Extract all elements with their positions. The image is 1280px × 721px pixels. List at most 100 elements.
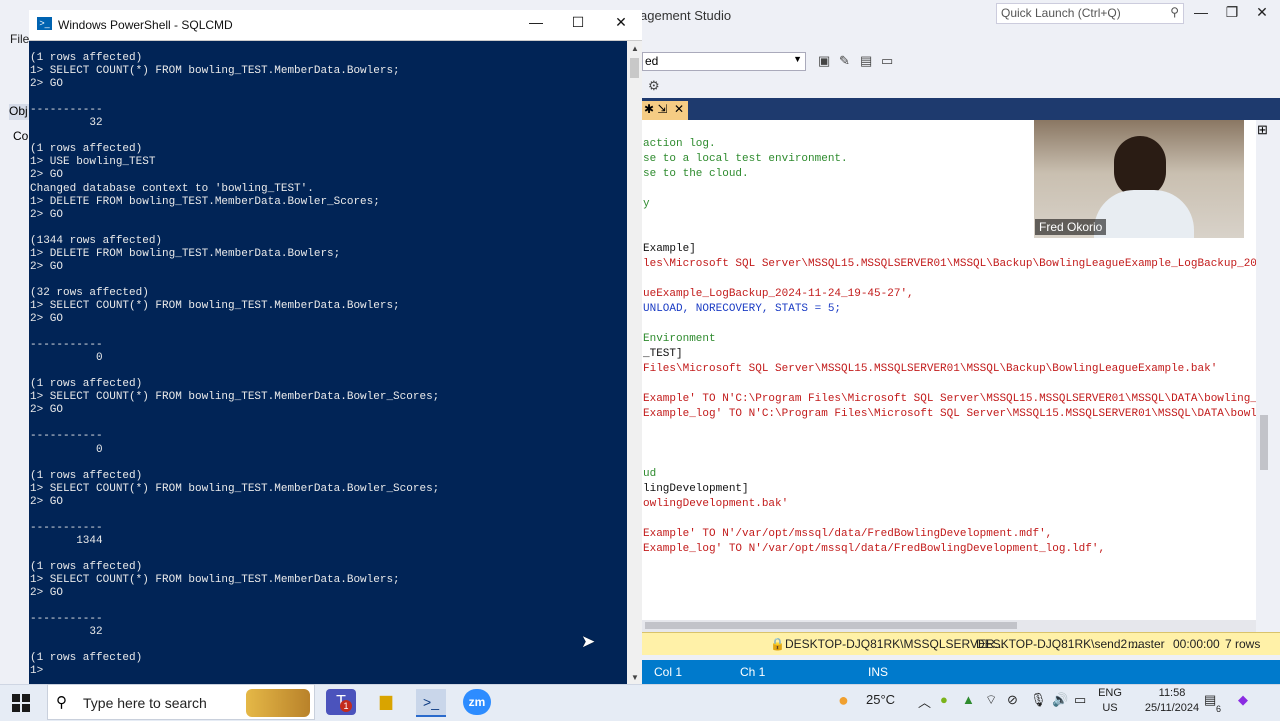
status-ch: Ch 1 [740, 665, 766, 679]
properties-icon[interactable]: ▣ [818, 53, 830, 69]
status-rows: 7 rows [1225, 637, 1261, 651]
window-icon[interactable]: ▭ [881, 53, 893, 69]
editor-line: lingDevelopment] [643, 483, 749, 495]
chevron-up-icon[interactable]: ︿ [918, 692, 931, 711]
console-line: 1> DELETE FROM bowling_TEST.MemberData.B… [30, 195, 380, 208]
participant-name: Fred Okorio [1035, 219, 1107, 235]
mouse-cursor-icon: ➤ [581, 632, 596, 651]
console-line: 32 [30, 626, 103, 639]
start-button[interactable] [10, 692, 32, 717]
search-icon: ⚲ [56, 694, 67, 711]
console-line: 1> SELECT COUNT(*) FROM bowling_TEST.Mem… [30, 391, 440, 404]
editor-line: Example_log' TO N'C:\Program Files\Micro… [643, 408, 1256, 420]
console-line: Changed database context to 'bowling_TES… [30, 182, 314, 195]
editor-line: Example_log' TO N'/var/opt/mssql/data/Fr… [643, 543, 1106, 555]
database-selector[interactable]: ed ▼ [642, 52, 806, 71]
search-icon: ⚲ [1170, 5, 1179, 19]
clock[interactable]: 11:58 25/11/2024 [1140, 686, 1204, 716]
editor-line: ud [643, 468, 657, 480]
wifi-icon[interactable]: ⌔ [985, 692, 997, 708]
toolbox-icon[interactable]: ▤ [860, 53, 872, 69]
connect-label[interactable]: Co [13, 129, 28, 143]
console-scroll-thumb[interactable] [630, 58, 639, 78]
horizontal-scroll-thumb[interactable] [645, 622, 1017, 629]
tab-pin-icon[interactable]: ✱ ⇲ [644, 102, 667, 116]
console-scrollbar[interactable] [627, 41, 642, 684]
editor-line: se to a local test environment. [643, 153, 848, 165]
editor-scroll-thumb[interactable] [1260, 415, 1268, 470]
volume-icon[interactable]: 🔊 [1052, 692, 1068, 708]
editor-line: Files\Microsoft SQL Server\MSSQL15.MSSQL… [643, 363, 1218, 375]
taskbar-search-box[interactable]: ⚲ Type here to search [47, 684, 315, 720]
maximize-button[interactable]: ❐ [1217, 4, 1247, 21]
console-line: 1> SELECT COUNT(*) FROM bowling_TEST.Mem… [30, 299, 400, 312]
teams-badge: 1 [340, 700, 352, 712]
zoom-icon[interactable]: zm [463, 689, 491, 715]
ps-maximize-button[interactable]: ☐ [560, 14, 596, 31]
security-icon[interactable]: ● [940, 692, 948, 707]
powershell-taskbar-icon[interactable]: >_ [416, 689, 446, 717]
quick-launch-input[interactable]: Quick Launch (Ctrl+Q) ⚲ [996, 3, 1184, 24]
language-code: ENG [1098, 687, 1122, 699]
console-line: 2> GO [30, 313, 64, 325]
document-tab-strip [642, 98, 1280, 120]
editor-line: Example] [643, 243, 696, 255]
console-output[interactable]: (1 rows affected) 1> SELECT COUNT(*) FROM… [30, 52, 626, 682]
minimize-button[interactable]: — [1186, 4, 1216, 20]
notification-count: 6 [1216, 704, 1222, 714]
editor-line: se to the cloud. [643, 168, 749, 180]
status-mode: INS [868, 665, 889, 679]
console-line: 2> GO [30, 404, 64, 417]
status-user: DESKTOP-DJQ81RK\send2 ... [976, 637, 1141, 651]
search-placeholder: Type here to search [83, 695, 207, 711]
editor-line: y [643, 198, 650, 210]
notifications-icon[interactable]: ▤ [1204, 692, 1216, 708]
console-line: 1> SELECT COUNT(*) FROM bowling_TEST.Mem… [30, 65, 400, 78]
search-highlight-image [246, 689, 310, 717]
ps-close-button[interactable]: ✕ [603, 14, 639, 31]
app-tray-icon[interactable]: ▲ [962, 692, 975, 707]
console-line: (1 rows affected) [30, 652, 143, 665]
ssms-title: agement Studio [640, 8, 732, 23]
keyboard-layout: US [1102, 702, 1118, 714]
scroll-down-icon[interactable]: ▼ [631, 673, 639, 682]
microphone-icon[interactable]: 🎙 [1030, 692, 1047, 708]
tab-close-icon[interactable]: ✕ [674, 102, 684, 116]
lock-icon: 🔒 [770, 637, 785, 651]
scroll-up-icon[interactable]: ▲ [631, 44, 639, 53]
battery-icon[interactable]: ▭ [1074, 692, 1086, 708]
console-line: 2> GO [30, 260, 64, 273]
menu-file[interactable]: File [10, 32, 29, 46]
weather-temp[interactable]: 25°C [866, 692, 895, 707]
network-icon[interactable]: ⊘ [1007, 692, 1018, 708]
file-explorer-icon[interactable]: ▆ [371, 689, 401, 715]
console-line: ----------- [30, 521, 103, 534]
close-button[interactable]: ✕ [1247, 4, 1277, 21]
console-line: ----------- [30, 430, 103, 443]
console-line: 1> SELECT COUNT(*) FROM bowling_TEST.Mem… [30, 574, 400, 586]
status-col: Col 1 [654, 665, 683, 679]
editor-line: _TEST] [643, 348, 683, 360]
wrench-icon[interactable]: ✎ [839, 53, 850, 69]
status-server: DESKTOP-DJQ81RK\MSSQLSERVER... [785, 637, 1005, 651]
console-line: 1344 [30, 534, 103, 547]
editor-line: ueExample_LogBackup_2024-11-24_19-45-27'… [643, 288, 914, 300]
split-icon[interactable]: ⊞ [1257, 122, 1268, 138]
console-line: 32 [30, 117, 103, 130]
active-query-tab[interactable]: ✱ ⇲ ✕ [642, 101, 688, 120]
editor-vertical-scrollbar[interactable] [1256, 120, 1280, 620]
database-selector-value: ed [645, 54, 659, 68]
language-indicator[interactable]: ENG US [1094, 686, 1126, 716]
weather-icon[interactable]: ● [838, 690, 849, 711]
debug-icon[interactable]: ⚙ [648, 78, 660, 94]
console-line: ----------- [30, 613, 103, 626]
object-explorer-tab[interactable]: Obj [9, 104, 31, 120]
console-line: 0 [30, 352, 103, 365]
console-line: (1 rows affected) [30, 143, 143, 156]
console-line: (1 rows affected) [30, 560, 143, 573]
ps-minimize-button[interactable]: — [518, 14, 554, 30]
editor-line: UNLOAD, NORECOVERY, STATS = 5; [643, 303, 842, 315]
chevron-down-icon: ▼ [793, 54, 802, 64]
console-line: (1 rows affected) [30, 469, 143, 482]
copilot-icon[interactable]: ◆ [1238, 692, 1248, 708]
